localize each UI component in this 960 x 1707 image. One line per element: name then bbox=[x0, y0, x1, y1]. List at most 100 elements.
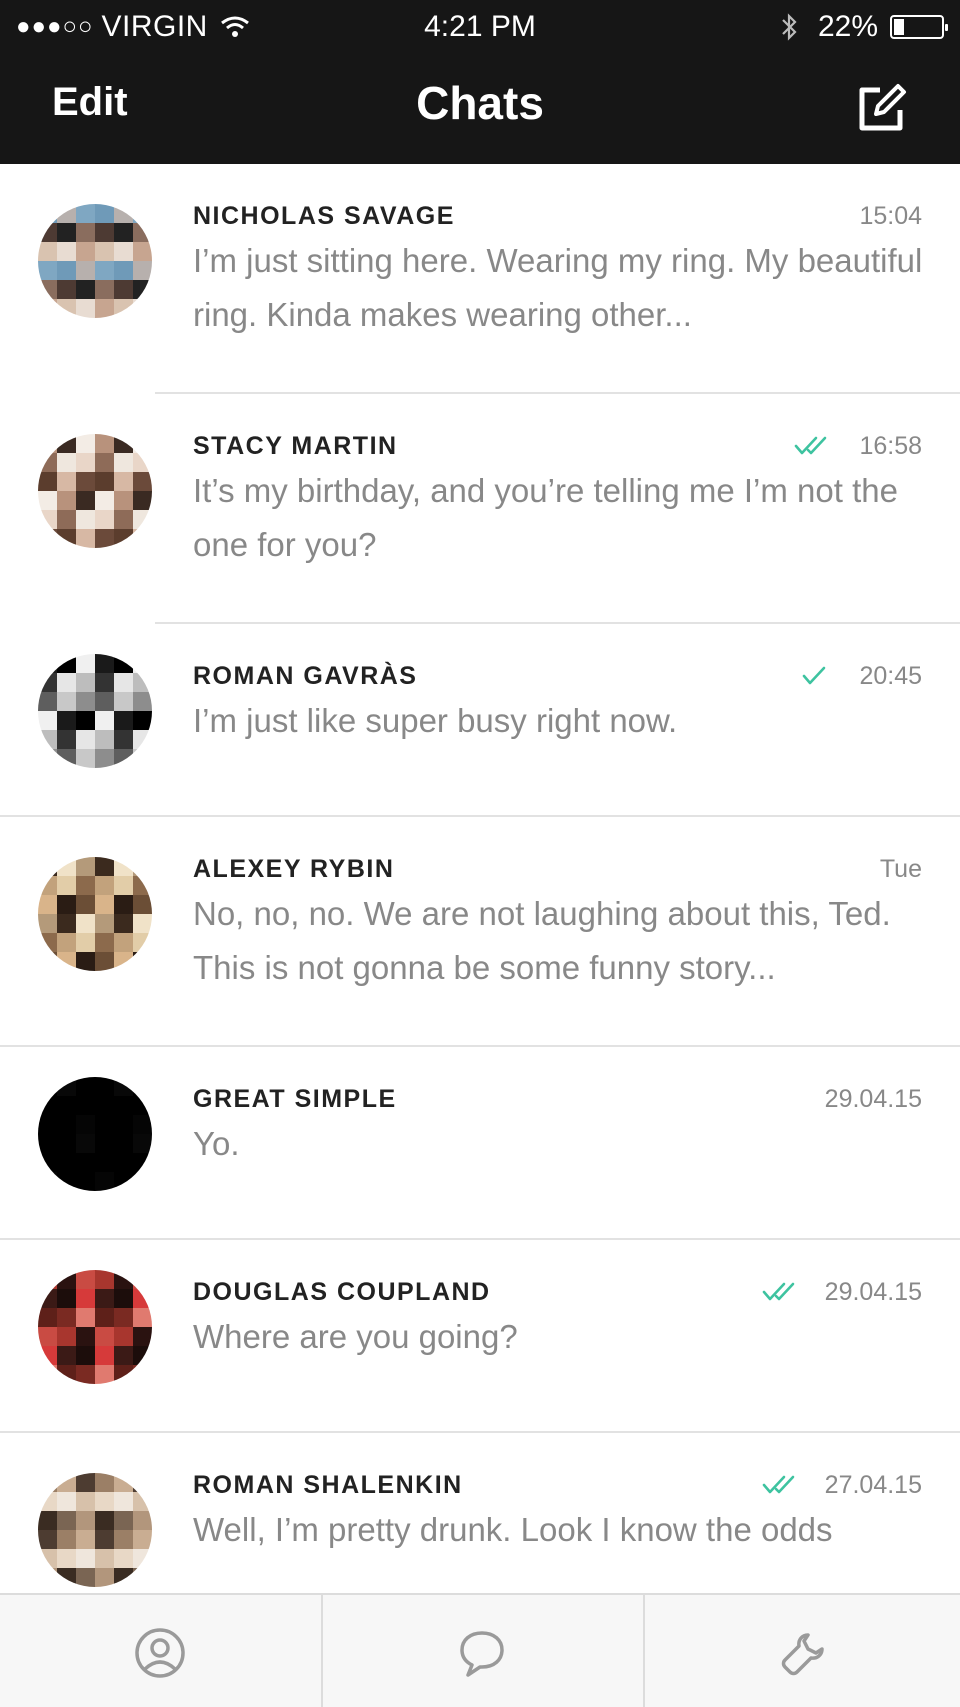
avatar-pixel bbox=[57, 876, 76, 895]
avatar-pixel bbox=[57, 491, 76, 510]
avatar-pixel bbox=[76, 261, 95, 280]
avatar-pixel bbox=[76, 692, 95, 711]
avatar-pixel bbox=[38, 1346, 57, 1365]
avatar-pixel bbox=[133, 1096, 152, 1115]
avatar[interactable] bbox=[38, 857, 152, 971]
chat-row[interactable]: STACY MARTIN 16:58 It’s my birthday, and y… bbox=[0, 394, 960, 624]
avatar-pixel bbox=[95, 1473, 114, 1492]
chat-row[interactable]: ROMAN GAVRÀS 20:45 I’m just like super bus… bbox=[0, 624, 960, 817]
avatar-pixel bbox=[57, 952, 76, 971]
avatar-pixel bbox=[38, 261, 57, 280]
avatar-pixel bbox=[76, 1511, 95, 1530]
double-check-icon bbox=[762, 1475, 795, 1494]
avatar-pixel bbox=[95, 1270, 114, 1289]
avatar-pixel bbox=[76, 730, 95, 749]
avatar-pixel bbox=[38, 1365, 57, 1384]
avatar-pixel bbox=[38, 1511, 57, 1530]
chat-row[interactable]: DOUGLAS COUPLAND 29.04.15 Where are you go… bbox=[0, 1240, 960, 1433]
avatar-pixel bbox=[57, 1096, 76, 1115]
avatar-pixel bbox=[38, 933, 57, 952]
avatar-pixel bbox=[95, 1568, 114, 1587]
avatar-pixel bbox=[95, 1077, 114, 1096]
bluetooth-icon bbox=[782, 13, 797, 41]
avatar[interactable] bbox=[38, 1077, 152, 1191]
avatar-pixel bbox=[95, 261, 114, 280]
page-title: Chats bbox=[416, 77, 544, 129]
chat-row[interactable]: GREAT SIMPLE 29.04.15 Yo. bbox=[0, 1047, 960, 1240]
avatar-pixel bbox=[76, 491, 95, 510]
avatar-pixel bbox=[95, 280, 114, 299]
avatar-pixel bbox=[76, 453, 95, 472]
avatar-pixel bbox=[114, 1568, 133, 1587]
avatar-pixel bbox=[114, 299, 133, 318]
avatar-pixel bbox=[38, 692, 57, 711]
avatar-pixel bbox=[133, 673, 152, 692]
avatar-pixel bbox=[76, 1289, 95, 1308]
chat-row[interactable]: NICHOLAS SAVAGE 15:04 I’m just sitting her… bbox=[0, 164, 960, 394]
avatar-pixel bbox=[76, 434, 95, 453]
avatar-pixel bbox=[57, 1172, 76, 1191]
avatar-pixel bbox=[57, 933, 76, 952]
avatar-pixel bbox=[76, 472, 95, 491]
avatar-pixel bbox=[114, 453, 133, 472]
avatar-pixel bbox=[95, 673, 114, 692]
avatar-pixel bbox=[57, 857, 76, 876]
avatar-pixel bbox=[114, 1473, 133, 1492]
avatar-pixel bbox=[114, 242, 133, 261]
battery-fill bbox=[894, 19, 904, 35]
avatar[interactable] bbox=[38, 434, 152, 548]
avatar-pixel bbox=[133, 434, 152, 453]
avatar-pixel bbox=[38, 472, 57, 491]
avatar-pixel bbox=[57, 692, 76, 711]
avatar-pixel bbox=[133, 261, 152, 280]
avatar-pixel bbox=[57, 1115, 76, 1134]
avatar-pixel bbox=[95, 510, 114, 529]
avatar-pixel bbox=[133, 1473, 152, 1492]
avatar-pixel bbox=[114, 1365, 133, 1384]
chat-name: DOUGLAS COUPLAND bbox=[193, 1278, 491, 1306]
avatar-pixel bbox=[38, 510, 57, 529]
contacts-icon bbox=[135, 1628, 185, 1678]
avatar-pixel bbox=[76, 673, 95, 692]
chat-row[interactable]: ALEXEY RYBIN Tue No, no, no. We are not la… bbox=[0, 817, 960, 1047]
avatar-pixel bbox=[76, 223, 95, 242]
avatar-pixel bbox=[133, 453, 152, 472]
avatar-pixel bbox=[38, 952, 57, 971]
avatar-pixel bbox=[76, 1492, 95, 1511]
chat-time: 20:45 bbox=[859, 662, 922, 690]
avatar-pixel bbox=[95, 730, 114, 749]
avatar-pixel bbox=[114, 1172, 133, 1191]
compose-icon[interactable] bbox=[854, 80, 910, 136]
avatar-pixel bbox=[95, 857, 114, 876]
avatar-pixel bbox=[38, 1327, 57, 1346]
tab-bar bbox=[0, 1593, 960, 1707]
tab-chats[interactable] bbox=[322, 1595, 642, 1707]
tab-settings[interactable] bbox=[644, 1595, 960, 1707]
avatar-pixel bbox=[38, 1549, 57, 1568]
avatar-pixel bbox=[57, 204, 76, 223]
avatar-pixel bbox=[133, 1308, 152, 1327]
avatar[interactable] bbox=[38, 1473, 152, 1587]
avatar[interactable] bbox=[38, 654, 152, 768]
chat-row[interactable]: ROMAN SHALENKIN 27.04.15 Well, I’m pretty … bbox=[0, 1433, 960, 1594]
avatar[interactable] bbox=[38, 1270, 152, 1384]
avatar-pixel bbox=[133, 1346, 152, 1365]
avatar-pixel bbox=[133, 749, 152, 768]
nav-bar: Edit Chats bbox=[0, 54, 960, 164]
avatar-pixel bbox=[114, 529, 133, 548]
avatar-pixel bbox=[133, 1568, 152, 1587]
avatar-pixel bbox=[76, 933, 95, 952]
avatar[interactable] bbox=[38, 204, 152, 318]
battery-percent: 22% bbox=[817, 10, 878, 43]
chat-time: 29.04.15 bbox=[824, 1085, 922, 1113]
avatar-pixel bbox=[57, 654, 76, 673]
avatar-pixel bbox=[114, 933, 133, 952]
avatar-pixel bbox=[95, 895, 114, 914]
avatar-pixel bbox=[57, 914, 76, 933]
chat-time: 16:58 bbox=[859, 432, 922, 460]
avatar-pixel bbox=[76, 1327, 95, 1346]
avatar-pixel bbox=[133, 1289, 152, 1308]
avatar-pixel bbox=[57, 1289, 76, 1308]
avatar-pixel bbox=[38, 1492, 57, 1511]
tab-contacts[interactable] bbox=[0, 1595, 320, 1707]
